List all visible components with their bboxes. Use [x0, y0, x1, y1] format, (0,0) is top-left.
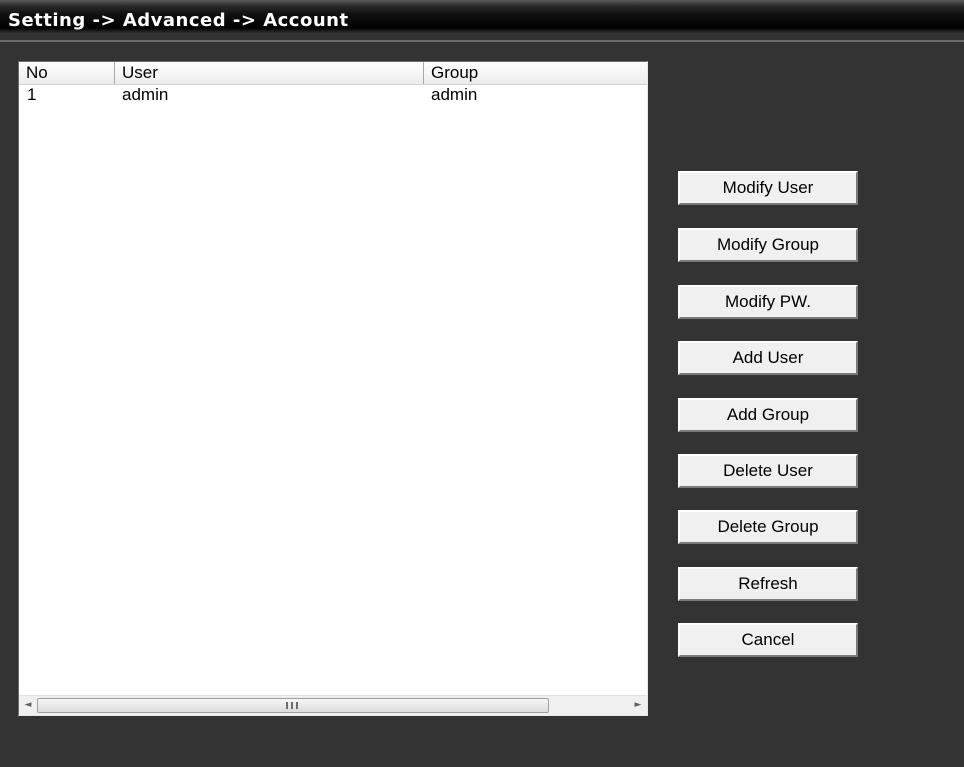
page-title: Setting -> Advanced -> Account: [8, 10, 349, 31]
cell-group: admin: [431, 85, 478, 104]
cell-user: admin: [122, 85, 169, 104]
list-header: No User Group: [19, 62, 647, 85]
account-settings-window: Setting -> Advanced -> Account No User G…: [0, 0, 964, 767]
horizontal-scrollbar[interactable]: ◄ ►: [19, 695, 647, 715]
account-list[interactable]: No User Group 1 admin admin ◄ ►: [18, 61, 648, 716]
add-user-button[interactable]: Add User: [678, 341, 858, 375]
grip-icon: [286, 702, 300, 709]
refresh-button[interactable]: Refresh: [678, 567, 858, 601]
delete-group-button[interactable]: Delete Group: [678, 510, 858, 544]
title-bar: Setting -> Advanced -> Account: [0, 0, 964, 34]
scroll-left-arrow-icon[interactable]: ◄: [19, 696, 37, 715]
cancel-button[interactable]: Cancel: [678, 623, 858, 657]
modify-user-button[interactable]: Modify User: [678, 171, 858, 205]
title-divider: [0, 40, 964, 42]
column-header-no[interactable]: No: [19, 62, 115, 84]
table-row[interactable]: 1 admin admin: [19, 84, 647, 106]
scroll-right-arrow-icon[interactable]: ►: [629, 696, 647, 715]
add-group-button[interactable]: Add Group: [678, 398, 858, 432]
column-header-user[interactable]: User: [115, 62, 424, 84]
cell-no: 1: [27, 85, 37, 104]
modify-group-button[interactable]: Modify Group: [678, 228, 858, 262]
scroll-thumb[interactable]: [37, 698, 549, 713]
modify-pw-button[interactable]: Modify PW.: [678, 285, 858, 319]
column-header-group[interactable]: Group: [424, 62, 647, 84]
delete-user-button[interactable]: Delete User: [678, 454, 858, 488]
